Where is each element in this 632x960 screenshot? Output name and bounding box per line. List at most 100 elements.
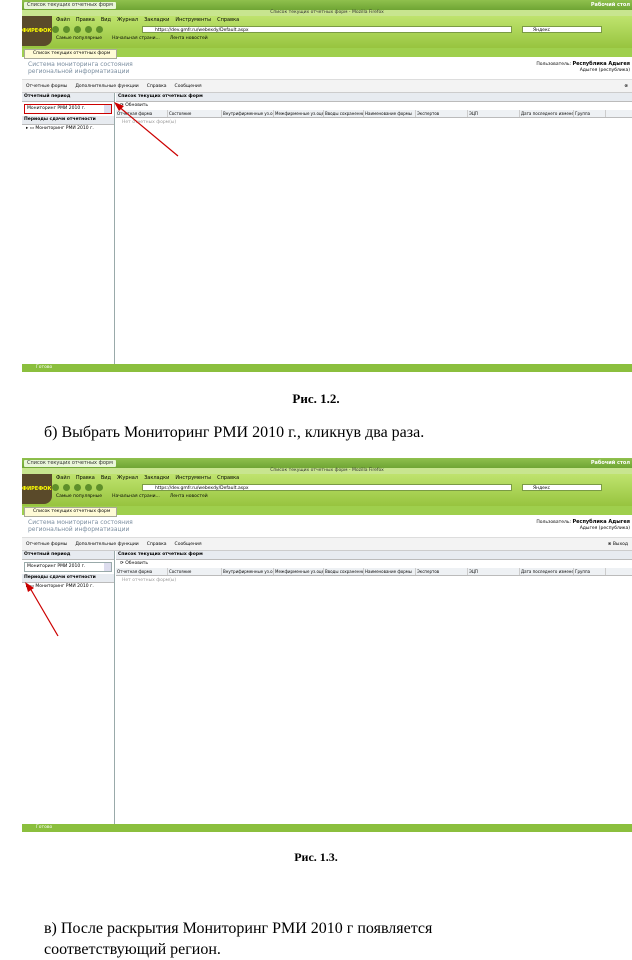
bookmark-item[interactable]: Лента новостей [170,494,208,499]
bookmark-item[interactable]: Лента новостей [170,36,208,41]
home-icon[interactable] [96,26,103,33]
menu-bar: Файл Правка Вид Журнал Закладки Инструме… [56,475,239,481]
right-panel: Список текущих отчетных форм ⟳ Обновить … [116,551,632,824]
firefox-logo: ФИРЕФОКС [22,16,55,46]
user-name: Республика Адыгея [572,61,630,67]
forward-icon[interactable] [63,484,70,491]
chevron-down-icon[interactable] [104,563,111,571]
col-header[interactable]: ЭЦП [468,568,520,575]
system-title-line: Система мониторинга состояния [28,61,133,68]
menu-view[interactable]: Вид [101,475,111,481]
period-select[interactable]: Мониторинг РМИ 2010 г. [24,562,112,572]
bookmark-item[interactable]: Начальная страни... [112,36,160,41]
bookmark-item[interactable]: Самые популярные [56,36,102,41]
col-header[interactable]: Экспертов [416,568,468,575]
menu-file[interactable]: Файл [56,17,70,23]
period-select-value: Мониторинг РМИ 2010 г. [27,564,86,569]
forward-icon[interactable] [63,26,70,33]
col-header[interactable]: Дата последнего изменения [520,110,574,117]
left-panel: Отчетный период Мониторинг РМИ 2010 г. П… [22,93,115,364]
toolbar-messages[interactable]: Сообщения [175,84,202,89]
col-header[interactable]: Межфирменные уз.оценки [274,568,324,575]
toolbar-extra[interactable]: Дополнительные функции [75,84,138,89]
system-title-line: региональной информатизации [28,526,130,533]
col-header[interactable]: Экспертов [416,110,468,117]
menu-bookmarks[interactable]: Закладки [144,475,169,481]
home-icon[interactable] [96,484,103,491]
stop-icon[interactable] [85,26,92,33]
menu-file[interactable]: Файл [56,475,70,481]
tab-strip: Список текущих отчетных форм [22,48,632,59]
toolbar-forms[interactable]: Отчетные формы [26,84,67,89]
menu-tools[interactable]: Инструменты [175,475,211,481]
col-header[interactable]: Внутрифирменные уз.оценки [222,568,274,575]
back-icon[interactable] [52,484,59,491]
exit-button[interactable]: ⊗ Выход [608,542,628,547]
menu-history[interactable]: Журнал [117,475,138,481]
red-arrow-annotation [114,102,179,157]
back-icon[interactable] [52,26,59,33]
tab-strip: Список текущих отчетных форм [22,506,632,517]
taskbar: Список текущих отчетных форм Рабочий сто… [22,458,632,468]
search-input[interactable]: Яндекс [522,484,602,491]
reload-icon[interactable] [74,484,81,491]
col-header[interactable]: Дата последнего изменения [520,568,574,575]
system-title-line: Система мониторинга состояния [28,519,133,526]
empty-message: Нет отчетных форм(ы) [122,120,177,125]
col-header[interactable]: ЭЦП [468,110,520,117]
screenshot-fig-1-2: Список текущих отчетных форм Рабочий сто… [22,0,632,372]
system-title: Система мониторинга состояния региональн… [28,61,133,75]
app-toolbar: Отчетные формы Дополнительные функции Сп… [22,80,632,93]
address-bar[interactable]: https://dev.gmfr.ru/webexdy/Default.aspx [142,484,512,491]
table-header: Отчетная форма Состояние Внутрифирменные… [116,110,632,118]
menu-help[interactable]: Справка [217,17,239,23]
taskbar: Список текущих отчетных форм Рабочий сто… [22,0,632,10]
col-header[interactable]: Отчетная форма [116,568,168,575]
col-header[interactable]: Вводы сохраненные [324,568,364,575]
toolbar-messages[interactable]: Сообщения [175,542,202,547]
bookmarks-bar: Самые популярные Начальная страни... Лен… [56,494,208,499]
menu-edit[interactable]: Правка [76,17,95,23]
menu-tools[interactable]: Инструменты [175,17,211,23]
address-bar[interactable]: https://dev.gmfr.ru/webexdy/Default.aspx [142,26,512,33]
menu-view[interactable]: Вид [101,17,111,23]
toolbar-help[interactable]: Справка [147,542,167,547]
col-header[interactable]: Межфирменные уз.оценки [274,110,324,117]
taskbar-item[interactable]: Список текущих отчетных форм [24,459,116,467]
col-header[interactable]: Внутрифирменные уз.оценки [222,110,274,117]
period-header: Отчетный период [22,93,114,102]
bookmark-item[interactable]: Начальная страни... [112,494,160,499]
reload-icon[interactable] [74,26,81,33]
user-label: Пользователь: [536,520,572,525]
col-header[interactable]: Вводы сохраненные [324,110,364,117]
toolbar-forms[interactable]: Отчетные формы [26,542,67,547]
refresh-button[interactable]: ⟳ Обновить [116,560,632,568]
menu-bar: Файл Правка Вид Журнал Закладки Инструме… [56,17,239,23]
menu-edit[interactable]: Правка [76,475,95,481]
col-header[interactable]: Наименование формы [364,568,416,575]
col-header[interactable]: Наименование формы [364,110,416,117]
search-input[interactable]: Яндекс [522,26,602,33]
toolbar-help[interactable]: Справка [147,84,167,89]
refresh-button[interactable]: ⟳ Обновить [116,102,632,110]
chevron-down-icon[interactable] [104,105,111,113]
period-select[interactable]: Мониторинг РМИ 2010 г. [24,104,112,114]
menu-help[interactable]: Справка [217,475,239,481]
col-header[interactable]: Группа [574,568,606,575]
forms-header: Список текущих отчетных форм [116,551,632,560]
col-header[interactable]: Состояние [168,568,222,575]
menu-bookmarks[interactable]: Закладки [144,17,169,23]
tree-header: Периоды сдачи отчетности [22,116,114,125]
taskbar-item[interactable]: Список текущих отчетных форм [24,1,116,9]
toolbar-extra[interactable]: Дополнительные функции [75,542,138,547]
desktop-label: Рабочий стол [590,460,630,466]
tree-item[interactable]: ▸ ▭ Мониторинг РМИ 2010 г. [22,125,114,133]
col-header[interactable]: Группа [574,110,606,117]
bookmark-item[interactable]: Самые популярные [56,494,102,499]
instruction-paragraph: б) Выбрать Мониторинг РМИ 2010 г., кликн… [44,424,425,441]
stop-icon[interactable] [85,484,92,491]
red-arrow-annotation [25,582,59,637]
screenshot-fig-1-3: Список текущих отчетных форм Рабочий сто… [22,458,632,832]
menu-history[interactable]: Журнал [117,17,138,23]
exit-button[interactable]: ⊗ [624,84,628,89]
